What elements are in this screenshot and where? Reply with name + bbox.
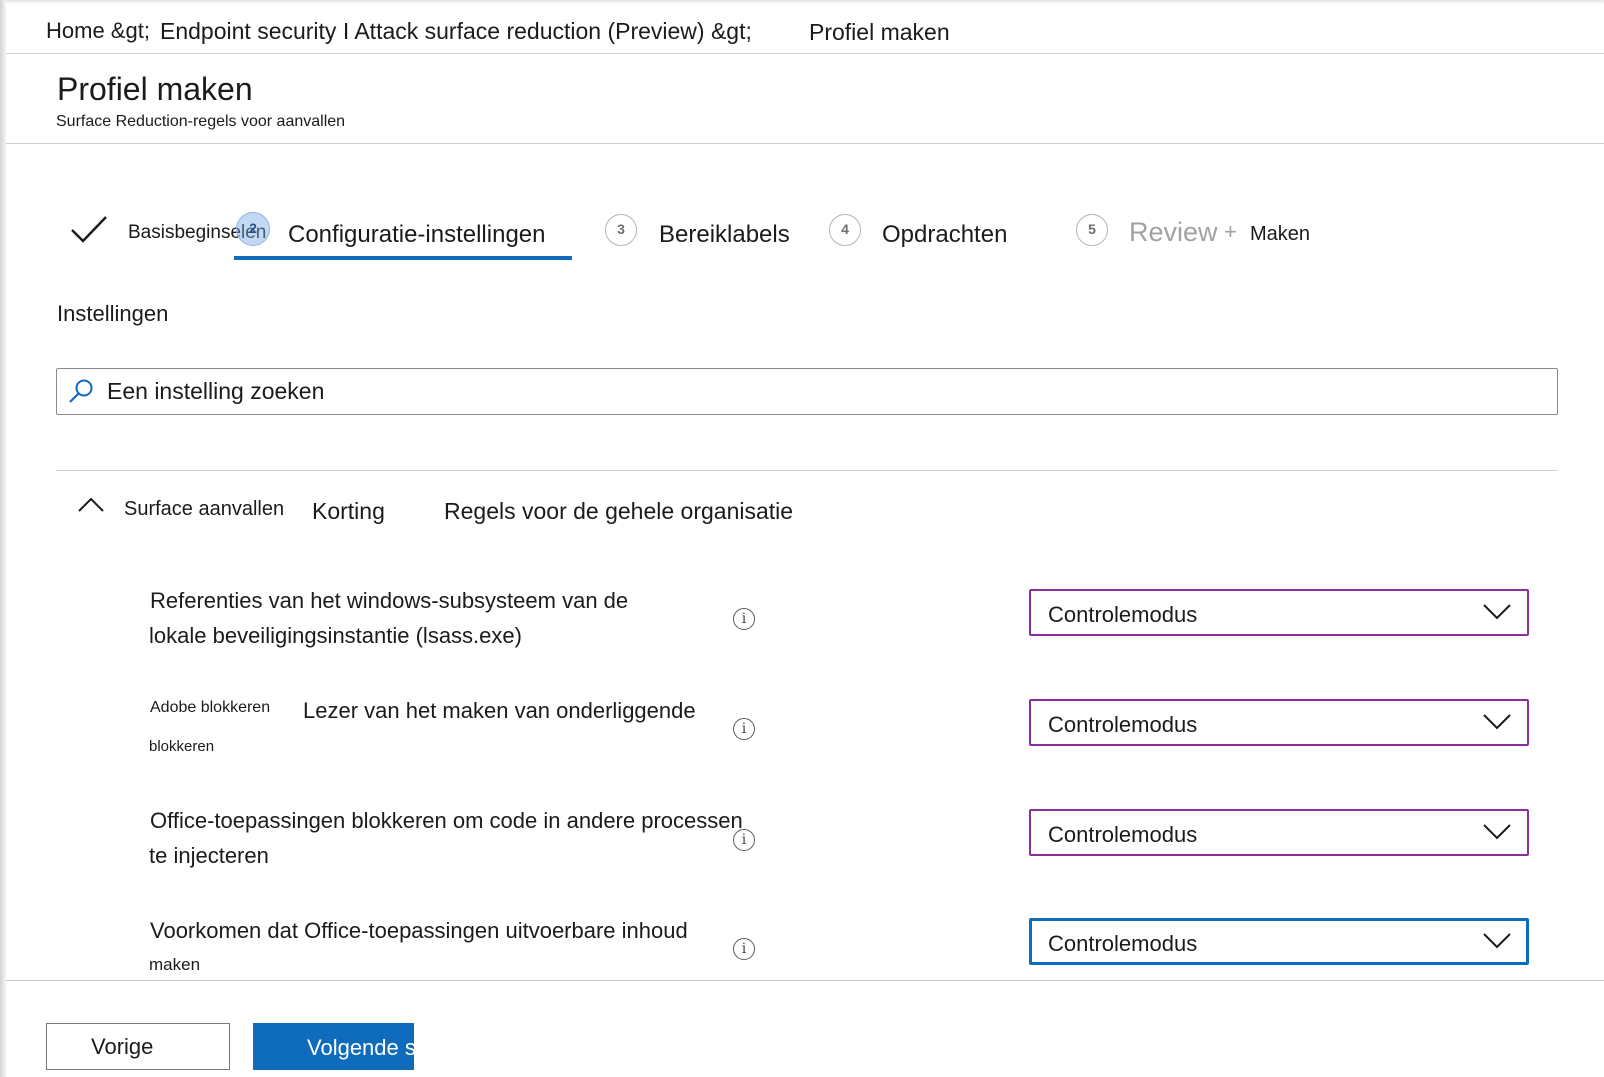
breadcrumb-home[interactable]: Home &gt; — [46, 18, 150, 44]
group-title-part2: Korting — [312, 498, 385, 524]
info-icon[interactable]: i — [733, 608, 755, 630]
info-icon[interactable]: i — [733, 829, 755, 851]
rule-label: Voorkomen dat Office-toepassingen uitvoe… — [150, 918, 688, 943]
rule-label-continued: te injecteren — [149, 843, 269, 868]
group-divider — [56, 470, 1558, 471]
group-title-part3: Regels voor de gehele organisatie — [444, 498, 794, 524]
search-input[interactable]: Een instelling zoeken — [56, 368, 1558, 415]
dropdown-value: Controlemodus — [1048, 712, 1198, 737]
step-scope-tags-label: Bereiklabels — [659, 221, 790, 248]
breadcrumb-current: Profiel maken — [809, 19, 950, 45]
rule-label-continued: lokale beveiligingsinstantie (lsass.exe) — [149, 623, 522, 648]
rule-label-continued: blokkeren — [149, 738, 215, 755]
rule-label-continued: maken — [149, 955, 201, 974]
dropdown-value: Controlemodus — [1048, 822, 1198, 847]
chevron-down-icon — [1483, 604, 1511, 620]
step-review-plus: + — [1224, 219, 1237, 244]
chevron-down-icon — [1483, 714, 1511, 730]
step-5-number: 5 — [1076, 214, 1108, 246]
checkmark-icon — [71, 216, 107, 243]
step-3-number: 3 — [605, 214, 637, 246]
rule-mode-dropdown[interactable]: Controlemodus — [1029, 699, 1529, 746]
next-button[interactable]: Volgende s — [253, 1023, 414, 1070]
rule-label: Referenties van het windows-subsysteem v… — [150, 588, 629, 613]
rule-label: Lezer van het maken van onderliggende — [303, 698, 696, 723]
settings-heading: Instellingen — [57, 301, 169, 326]
breadcrumb-endpoint-security[interactable]: Endpoint security I Attack surface reduc… — [160, 18, 752, 45]
step-4-number: 4 — [829, 214, 861, 246]
chevron-down-icon — [1483, 933, 1511, 949]
window-top-edge — [0, 0, 1604, 4]
dropdown-value: Controlemodus — [1048, 602, 1198, 627]
step-configuration-label: Configuratie-instellingen — [288, 221, 546, 248]
dropdown-value: Controlemodus — [1048, 931, 1198, 956]
search-icon — [69, 379, 93, 403]
step-2-number: 2 — [236, 212, 270, 246]
breadcrumb-divider — [6, 53, 1604, 54]
step-review-label: Review — [1129, 217, 1218, 247]
step-assignments-label: Opdrachten — [882, 221, 1008, 248]
group-title-part1: Surface aanvallen — [124, 498, 285, 520]
search-placeholder: Een instelling zoeken — [107, 378, 325, 404]
info-icon[interactable]: i — [733, 718, 755, 740]
footer-divider — [6, 980, 1604, 981]
rule-mode-dropdown[interactable]: Controlemodus — [1029, 589, 1529, 636]
page-title: Profiel maken — [57, 71, 253, 107]
step-create-label: Maken — [1250, 223, 1311, 245]
chevron-down-icon — [1483, 824, 1511, 840]
previous-button[interactable]: Vorige — [46, 1023, 230, 1070]
rule-label-prefix: Adobe blokkeren — [150, 699, 271, 716]
active-step-indicator — [234, 256, 572, 260]
rule-mode-dropdown[interactable]: Controlemodus — [1029, 918, 1529, 965]
header-divider — [6, 143, 1604, 144]
rule-label: Office-toepassingen blokkeren om code in… — [150, 808, 743, 833]
page-subtitle: Surface Reduction-regels voor aanvallen — [56, 113, 346, 130]
info-icon[interactable]: i — [733, 938, 755, 960]
rule-mode-dropdown[interactable]: Controlemodus — [1029, 809, 1529, 856]
window-left-edge — [0, 0, 6, 1077]
chevron-up-icon — [78, 497, 104, 512]
